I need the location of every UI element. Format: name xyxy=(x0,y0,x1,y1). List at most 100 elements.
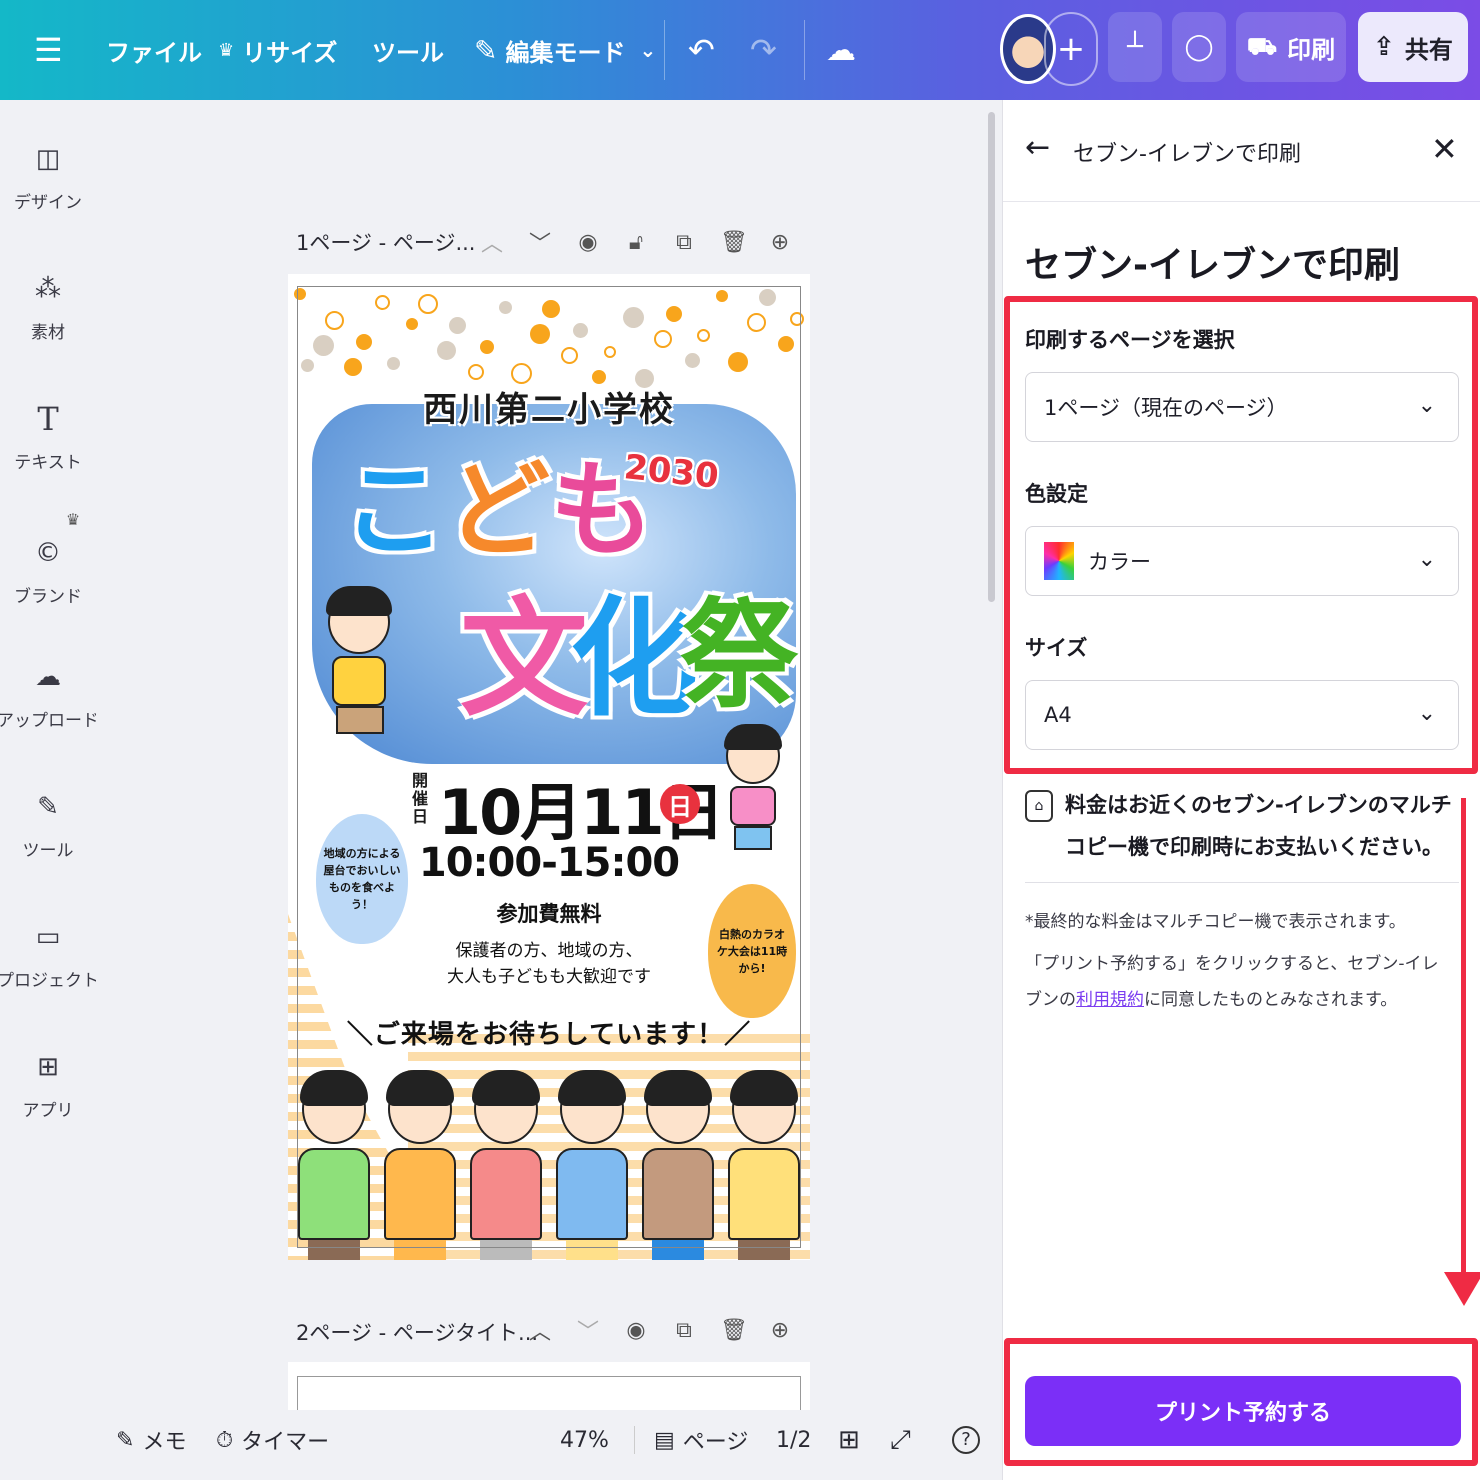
sidebar-item-text[interactable]: T テキスト xyxy=(0,400,96,473)
terms-link[interactable]: 利用規約 xyxy=(1076,990,1144,1010)
add-page-icon[interactable]: ⊕ xyxy=(768,230,792,255)
page2-title[interactable]: 2ページ - ページタイト... xyxy=(296,1312,538,1352)
color-select[interactable]: カラー ⌄ xyxy=(1025,526,1459,596)
bottom-toolbar: ✎ メモ ⏱︎ タイマー 47% ▤ ページ 1/2 ⊞ ⤢ ? xyxy=(96,1410,1000,1480)
confetti-dot xyxy=(511,363,532,384)
notes-button[interactable]: ✎ メモ xyxy=(116,1410,186,1470)
sidebar-item-brand[interactable]: ♛ © ブランド xyxy=(0,510,96,607)
apps-icon: ⊞ xyxy=(37,1052,59,1082)
add-page-icon[interactable]: ⊕ xyxy=(768,1318,792,1343)
resize-menu[interactable]: ♛ リサイズ xyxy=(218,0,337,100)
payment-notice: 料金はお近くのセブン-イレブンのマルチコピー機で印刷時にお支払いください。 xyxy=(1065,793,1452,859)
print-button[interactable]: ⛟ 印刷 xyxy=(1236,12,1346,82)
file-menu[interactable]: ファイル xyxy=(106,0,202,100)
plus-icon: + xyxy=(1056,29,1086,69)
fullscreen-icon[interactable]: ⤢ xyxy=(890,1410,911,1470)
canvas-scrollbar[interactable] xyxy=(988,112,995,602)
sidebar-item-design[interactable]: ◫ デザイン xyxy=(0,142,96,213)
page-counter-value: 1/2 xyxy=(776,1427,812,1453)
pages-button[interactable]: ▤ ページ xyxy=(654,1410,748,1470)
color-select-value: カラー xyxy=(1088,550,1151,574)
confetti-dot xyxy=(480,340,494,354)
confetti-dot xyxy=(759,289,776,306)
confetti-dot xyxy=(542,300,560,318)
balloon-left-text: 地域の方による屋台でおいしいものを食べよう！ xyxy=(323,847,401,911)
title-char-mo: も xyxy=(550,449,655,571)
confetti-dot xyxy=(778,336,794,352)
waiting-message: ＼ご来場をお待ちしています！／ xyxy=(346,1020,752,1050)
tools-menu[interactable]: ツール xyxy=(372,0,444,100)
duplicate-icon[interactable]: ⧉ xyxy=(672,230,696,255)
share-button[interactable]: ⇪ 共有 xyxy=(1358,12,1468,82)
sidebar-item-apps[interactable]: ⊞ アプリ xyxy=(0,1050,96,1121)
size-select[interactable]: A4 ⌄ xyxy=(1025,680,1459,750)
chevron-down-icon[interactable]: ﹀ xyxy=(528,226,552,258)
sidebar-item-projects[interactable]: ▭ プロジェクト xyxy=(0,920,99,991)
terms-note: 「プリント予約する」をクリックすると、セブン-イレブンの利用規約に同意したものと… xyxy=(1025,946,1455,1018)
confetti-dot xyxy=(387,357,400,370)
event-date-label: 開催日 xyxy=(412,771,429,826)
sidebar-item-elements[interactable]: ⁂ 素材 xyxy=(0,272,96,343)
elements-icon: ⁂ xyxy=(35,274,61,304)
zoom-level[interactable]: 47% xyxy=(560,1410,609,1470)
comment-button[interactable]: ◯ xyxy=(1172,12,1226,82)
pages-select-value: 1ページ（現在のページ） xyxy=(1044,396,1288,420)
timer-button[interactable]: ⏱︎ タイマー xyxy=(216,1410,329,1470)
speech-bubble-icon: ◯ xyxy=(1184,32,1214,62)
pages-select[interactable]: 1ページ（現在のページ） ⌄ xyxy=(1025,372,1459,442)
poster-page-1[interactable]: 西川第二小学校 2030 こ ど も 文 化 祭 開催日 10月11日 日 10… xyxy=(288,274,810,1260)
sidebar-item-label: ブランド xyxy=(14,587,82,607)
panel-divider xyxy=(1025,882,1459,883)
terms-note-post: に同意したものとみなされます。 xyxy=(1144,990,1398,1010)
balloon-right-text: 白熱のカラオケ大会は11時から! xyxy=(716,927,788,975)
help-icon: ? xyxy=(952,1426,980,1454)
grid-view-icon[interactable]: ⊞ xyxy=(838,1410,860,1470)
chevron-down-icon: ⌄ xyxy=(1417,701,1436,726)
hide-eye-icon[interactable]: ◉ xyxy=(576,230,600,255)
confetti-dot xyxy=(313,335,334,356)
poster-page-2[interactable] xyxy=(288,1362,810,1416)
kid-illustration xyxy=(464,1070,548,1260)
confetti-dot xyxy=(344,358,362,376)
tools-icon: ✎ xyxy=(37,792,59,822)
toolbar-divider xyxy=(804,20,805,80)
page1-title[interactable]: 1ページ - ページ... xyxy=(296,222,475,262)
cloud-saved-icon[interactable]: ☁ xyxy=(826,0,856,100)
design-icon: ◫ xyxy=(35,144,61,174)
chevron-down-icon[interactable]: ﹀ xyxy=(576,1314,600,1346)
insights-button[interactable]: ┴ xyxy=(1108,12,1162,82)
lock-icon[interactable]: 🔓︎ xyxy=(624,230,648,255)
print-reserve-button[interactable]: プリント予約する xyxy=(1025,1376,1461,1446)
balloon-left: 地域の方による屋台でおいしいものを食べよう！ xyxy=(316,814,408,944)
page2-title-text: 2ページ - ページタイト... xyxy=(296,1321,539,1345)
upload-share-icon: ⇪ xyxy=(1373,32,1395,62)
timer-icon: ⏱︎ xyxy=(216,1427,234,1453)
trash-icon[interactable]: 🗑︎ xyxy=(720,230,748,255)
confetti-dot xyxy=(530,324,550,344)
hide-eye-icon[interactable]: ◉ xyxy=(624,1318,648,1343)
notes-label: メモ xyxy=(142,1430,187,1455)
chevron-up-icon[interactable]: ︿ xyxy=(480,226,504,258)
add-collaborator-button[interactable]: + xyxy=(1044,12,1098,86)
sidebar-item-label: プロジェクト xyxy=(0,971,99,991)
notes-icon: ✎ xyxy=(116,1427,135,1453)
kid-illustration xyxy=(292,1070,376,1260)
hamburger-icon[interactable]: ☰ xyxy=(34,0,63,100)
help-button[interactable]: ? xyxy=(952,1410,980,1470)
confetti-dot xyxy=(654,330,672,348)
back-arrow-icon[interactable]: ← xyxy=(1025,130,1050,165)
pages-select-label: 印刷するページを選択 xyxy=(1025,328,1235,352)
jumping-boy-illustration xyxy=(306,586,416,740)
undo-icon[interactable]: ↶ xyxy=(688,0,715,100)
sidebar-item-upload[interactable]: ☁ アップロード xyxy=(0,660,99,731)
edit-mode-menu[interactable]: ✎ 編集モード ⌄ xyxy=(474,0,656,100)
panel-header-title: セブン-イレブンで印刷 xyxy=(1073,142,1301,167)
title-char-sai: 祭 xyxy=(680,586,799,724)
sidebar-item-tools[interactable]: ✎ ツール xyxy=(0,790,96,861)
close-icon[interactable]: ✕ xyxy=(1431,130,1458,168)
duplicate-icon[interactable]: ⧉ xyxy=(672,1318,696,1343)
chevron-up-icon[interactable]: ︿ xyxy=(528,1314,552,1346)
trash-icon[interactable]: 🗑︎ xyxy=(720,1318,748,1343)
redo-icon[interactable]: ↷ xyxy=(750,0,777,100)
page-counter[interactable]: 1/2 xyxy=(776,1410,811,1470)
